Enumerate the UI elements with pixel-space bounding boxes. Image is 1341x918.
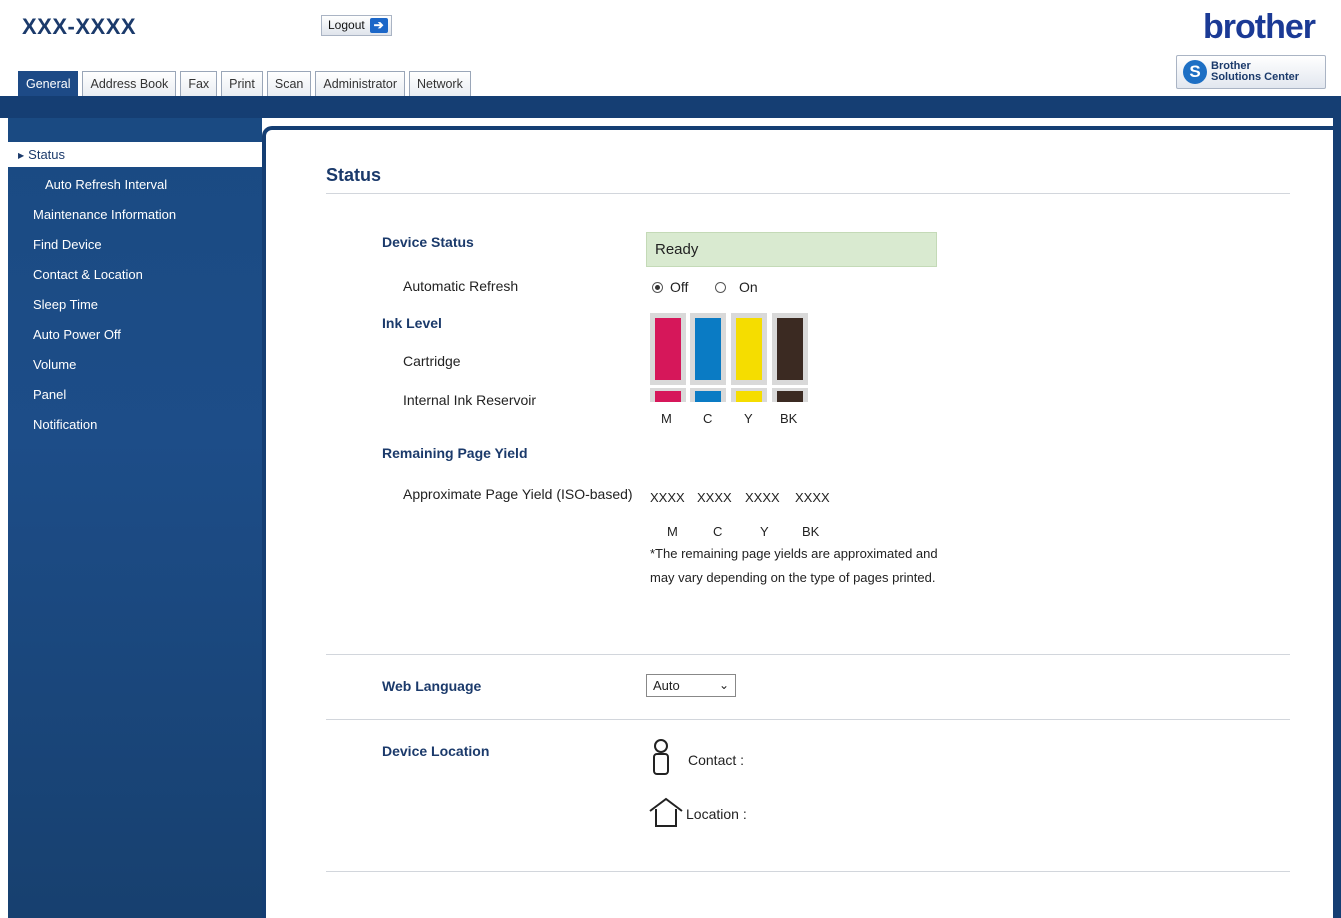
nav-bar <box>0 96 1341 118</box>
reservoir-label: Internal Ink Reservoir <box>403 392 537 408</box>
yield-note-1: *The remaining page yields are approxima… <box>650 546 938 561</box>
web-language-label: Web Language <box>382 678 482 694</box>
radio-on[interactable] <box>715 282 726 293</box>
reservoir-bar-y <box>731 388 767 402</box>
reservoir-fill-bk <box>777 391 803 402</box>
ink-label-y: Y <box>744 411 753 426</box>
device-status-label: Device Status <box>382 234 474 250</box>
page-yield-label: Remaining Page Yield <box>382 445 528 461</box>
location-label: Location : <box>686 806 747 822</box>
main-tabs: General Address Book Fax Print Scan Admi… <box>18 71 475 97</box>
model-name: XXX-XXXX <box>22 14 137 39</box>
sidebar-item-maintenance-information[interactable]: Maintenance Information <box>8 202 262 227</box>
cartridge-bar-y <box>731 313 767 385</box>
divider <box>326 871 1290 872</box>
yield-value-m: XXXX <box>650 490 685 505</box>
contact-label: Contact : <box>688 752 745 768</box>
tab-network[interactable]: Network <box>409 71 471 96</box>
radio-on-label: On <box>739 279 758 295</box>
reservoir-bar-m <box>650 388 686 402</box>
tab-print[interactable]: Print <box>221 71 263 96</box>
sidebar-item-auto-refresh-interval[interactable]: Auto Refresh Interval <box>8 172 262 197</box>
radio-off-label: Off <box>670 279 689 295</box>
cartridge-fill-c <box>695 318 721 380</box>
cartridge-fill-m <box>655 318 681 380</box>
cartridge-bar-m <box>650 313 686 385</box>
cartridge-fill-bk <box>777 318 803 380</box>
sidebar-item-notification[interactable]: Notification <box>8 412 262 437</box>
content-frame-right <box>1333 118 1341 918</box>
cartridge-bar-bk <box>772 313 808 385</box>
yield-value-y: XXXX <box>745 490 780 505</box>
ink-label-bk: BK <box>780 411 798 426</box>
logout-arrow-icon: ➔ <box>369 18 388 33</box>
ink-level-label: Ink Level <box>382 315 442 331</box>
ink-label-c: C <box>703 411 713 426</box>
solutions-s-icon: S <box>1183 60 1207 84</box>
logout-button[interactable]: Logout ➔ <box>321 15 392 36</box>
header: XXX-XXXX Logout ➔ brother S Brother Solu… <box>0 0 1341 97</box>
cartridge-label: Cartridge <box>403 353 461 369</box>
reservoir-fill-c <box>695 391 721 402</box>
logout-label: Logout <box>328 18 365 32</box>
reservoir-fill-y <box>736 391 762 402</box>
cartridge-fill-y <box>736 318 762 380</box>
solutions-center-button[interactable]: S Brother Solutions Center <box>1176 55 1326 89</box>
yield-label-c: C <box>713 524 723 539</box>
chevron-down-icon: ⌄ <box>718 678 729 692</box>
yield-value-bk: XXXX <box>795 490 830 505</box>
location-house-icon <box>647 796 685 831</box>
yield-value-c: XXXX <box>697 490 732 505</box>
sidebar-item-contact-location[interactable]: Contact & Location <box>8 262 262 287</box>
reservoir-fill-m <box>655 391 681 402</box>
sidebar-item-auto-power-off[interactable]: Auto Power Off <box>8 322 262 347</box>
tab-general[interactable]: General <box>18 71 79 97</box>
yield-label-m: M <box>667 524 678 539</box>
ink-label-m: M <box>661 411 672 426</box>
sidebar-item-volume[interactable]: Volume <box>8 352 262 377</box>
tab-fax[interactable]: Fax <box>180 71 218 96</box>
web-language-value: Auto <box>653 678 680 693</box>
brother-logo: brother <box>1203 8 1316 46</box>
divider <box>326 719 1290 720</box>
active-arrow-icon: ▶ <box>18 151 25 160</box>
sidebar-item-panel[interactable]: Panel <box>8 382 262 407</box>
cartridge-bar-c <box>690 313 726 385</box>
device-status-value: Ready <box>646 232 937 267</box>
tab-scan[interactable]: Scan <box>266 71 312 96</box>
reservoir-bar-bk <box>772 388 808 402</box>
sidebar-item-status[interactable]: ▶ Status <box>8 142 262 167</box>
sidebar: ▶ Status Auto Refresh Interval Maintenanc… <box>8 118 262 918</box>
yield-label-bk: BK <box>802 524 820 539</box>
divider <box>326 193 1290 194</box>
reservoir-bar-c <box>690 388 726 402</box>
solutions-line2: Solutions Center <box>1211 71 1300 83</box>
contact-person-icon <box>652 738 670 779</box>
web-language-select[interactable]: Auto ⌄ <box>646 674 736 697</box>
tab-administrator[interactable]: Administrator <box>315 71 405 96</box>
device-location-label: Device Location <box>382 743 490 759</box>
approx-yield-label: Approximate Page Yield (ISO-based) <box>403 486 633 502</box>
auto-refresh-label: Automatic Refresh <box>403 278 519 294</box>
radio-off[interactable] <box>652 282 663 293</box>
page-title: Status <box>326 165 382 185</box>
divider <box>326 654 1290 655</box>
tab-address-book[interactable]: Address Book <box>82 71 177 96</box>
sidebar-item-sleep-time[interactable]: Sleep Time <box>8 292 262 317</box>
yield-note-2: may vary depending on the type of pages … <box>650 570 936 585</box>
sidebar-item-find-device[interactable]: Find Device <box>8 232 262 257</box>
yield-label-y: Y <box>760 524 769 539</box>
